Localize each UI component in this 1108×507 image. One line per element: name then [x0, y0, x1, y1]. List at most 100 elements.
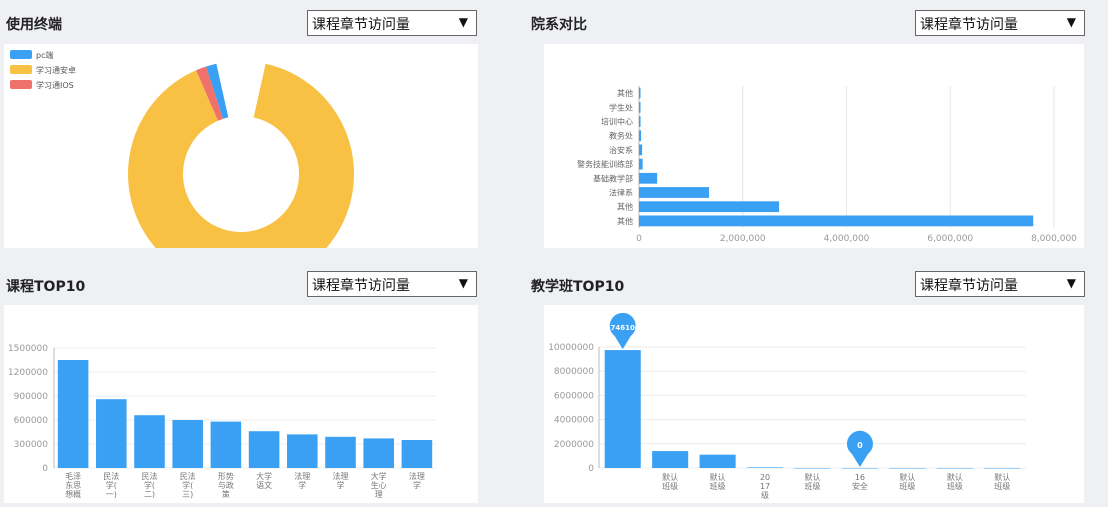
bar — [639, 158, 643, 170]
y-tick-label: 900000 — [14, 392, 49, 402]
terminal-donut-chart: pc端学习通安卓学习通IOS — [10, 50, 354, 287]
bar — [747, 467, 784, 468]
y-tick-label: 0 — [42, 464, 48, 474]
legend-label: 学习通安卓 — [36, 65, 76, 75]
x-tick-label: 民法 — [142, 471, 158, 481]
chevron-down-icon: ▼ — [1066, 15, 1076, 29]
terminal-metric-select[interactable]: 课程章节访问量 ▼ — [307, 10, 477, 36]
course-metric-select[interactable]: 课程章节访问量 ▼ — [307, 271, 477, 297]
y-tick-label: 4000000 — [554, 416, 594, 426]
donut-slice — [127, 63, 354, 287]
legend-swatch — [10, 65, 32, 74]
x-tick-label: 二) — [144, 490, 155, 499]
y-tick-label: 8000000 — [554, 367, 594, 377]
class-card: 0 2000000 4000000 6000000 8000000 10000000 默认班… — [544, 305, 1084, 503]
x-tick-label: 2,000,000 — [720, 234, 766, 244]
x-tick-label: 理 — [375, 490, 383, 499]
course-title: 课程TOP10 — [6, 279, 86, 295]
bar — [639, 130, 642, 142]
bar — [134, 415, 165, 468]
y-tick-label: 6000000 — [554, 391, 594, 401]
y-tick-label: 其他 — [617, 202, 633, 212]
y-tick-label: 法律系 — [609, 188, 633, 198]
x-tick-label: 20 — [760, 473, 770, 482]
x-tick-label: 班级 — [899, 481, 915, 491]
x-tick-label: 策 — [222, 489, 230, 499]
x-tick-label: 班级 — [710, 481, 726, 491]
bar — [639, 201, 780, 213]
dept-select-value: 课程章节访问量 — [920, 17, 1018, 33]
x-tick-label: 大学 — [371, 471, 387, 481]
x-tick-label: 学 — [413, 480, 421, 490]
y-tick-label: 警务技能训练部 — [577, 159, 633, 169]
x-tick-label: 学( — [106, 480, 117, 490]
bar — [936, 468, 973, 469]
chevron-down-icon: ▼ — [458, 276, 468, 290]
dept-bar-chart: 0 2,000,000 4,000,000 6,000,000 8,000,000其他学… — [577, 86, 1077, 244]
legend-label: 学习通IOS — [36, 80, 74, 90]
x-tick-label: 班级 — [994, 481, 1010, 491]
y-tick-label: 其他 — [617, 216, 633, 226]
x-tick-label: 默认 — [947, 472, 963, 482]
class-bar-chart: 0 2000000 4000000 6000000 8000000 10000000 默认班… — [548, 312, 1026, 500]
x-tick-label: 毛泽 — [65, 471, 81, 481]
x-tick-label: 语文 — [256, 480, 272, 490]
x-tick-label: 民法 — [103, 471, 119, 481]
bar — [96, 399, 127, 468]
x-tick-label: 大学 — [256, 471, 272, 481]
bar — [287, 434, 318, 468]
y-tick-label: 1500000 — [8, 344, 48, 354]
y-tick-label: 治安系 — [609, 145, 633, 155]
bar — [699, 454, 736, 468]
bar — [984, 468, 1021, 469]
bar — [210, 421, 242, 468]
x-tick-label: 法理 — [333, 471, 349, 481]
bar — [248, 431, 280, 468]
x-tick-label: 默认 — [710, 472, 726, 482]
y-tick-label: 基础教学部 — [593, 173, 633, 183]
y-tick-label: 10000000 — [548, 343, 594, 353]
y-tick-label: 1200000 — [8, 368, 48, 378]
x-tick-label: 默认 — [994, 472, 1010, 482]
x-tick-label: 一) — [106, 490, 117, 499]
legend-label: pc端 — [36, 50, 53, 60]
x-tick-label: 学( — [182, 480, 193, 490]
class-select-value: 课程章节访问量 — [920, 278, 1018, 294]
x-tick-label: 班级 — [805, 481, 821, 491]
x-tick-label: 学( — [144, 480, 155, 490]
y-tick-label: 其他 — [617, 88, 633, 98]
bar — [401, 440, 433, 468]
dept-card: 0 2,000,000 4,000,000 6,000,000 8,000,000 其他学… — [544, 44, 1084, 248]
x-tick-label: 默认 — [662, 472, 678, 482]
y-tick-label: 600000 — [14, 416, 49, 426]
legend-swatch — [10, 80, 32, 89]
y-tick-label: 学生处 — [609, 102, 633, 112]
x-tick-label: 法理 — [409, 471, 425, 481]
x-tick-label: 学 — [337, 480, 345, 490]
bar — [639, 101, 641, 113]
x-tick-label: 东思 — [65, 480, 81, 490]
y-tick-label: 培训中心 — [601, 117, 633, 127]
bar — [639, 144, 643, 156]
class-metric-select[interactable]: 课程章节访问量 ▼ — [915, 271, 1085, 297]
bar — [889, 468, 926, 469]
bar — [639, 215, 1034, 227]
bar — [363, 438, 394, 468]
bar — [794, 468, 831, 469]
course-select-value: 课程章节访问量 — [312, 278, 410, 294]
x-tick-label: 级 — [761, 490, 769, 500]
terminal-select-value: 课程章节访问量 — [312, 17, 410, 33]
y-tick-label: 教务处 — [609, 131, 633, 141]
x-tick-label: 生心 — [371, 480, 387, 490]
x-tick-label: 学 — [298, 480, 306, 490]
bar — [325, 436, 356, 468]
terminal-card: pc端学习通安卓学习通IOS — [4, 44, 478, 287]
x-tick-label: 班级 — [947, 481, 963, 491]
dept-metric-select[interactable]: 课程章节访问量 ▼ — [915, 10, 1085, 36]
x-tick-label: 法理 — [294, 471, 310, 481]
bar — [841, 468, 878, 469]
y-tick-label: 2000000 — [554, 440, 594, 450]
x-tick-label: 4,000,000 — [824, 234, 870, 244]
x-tick-label: 三) — [182, 490, 193, 499]
x-tick-label: 形势 — [218, 471, 234, 481]
